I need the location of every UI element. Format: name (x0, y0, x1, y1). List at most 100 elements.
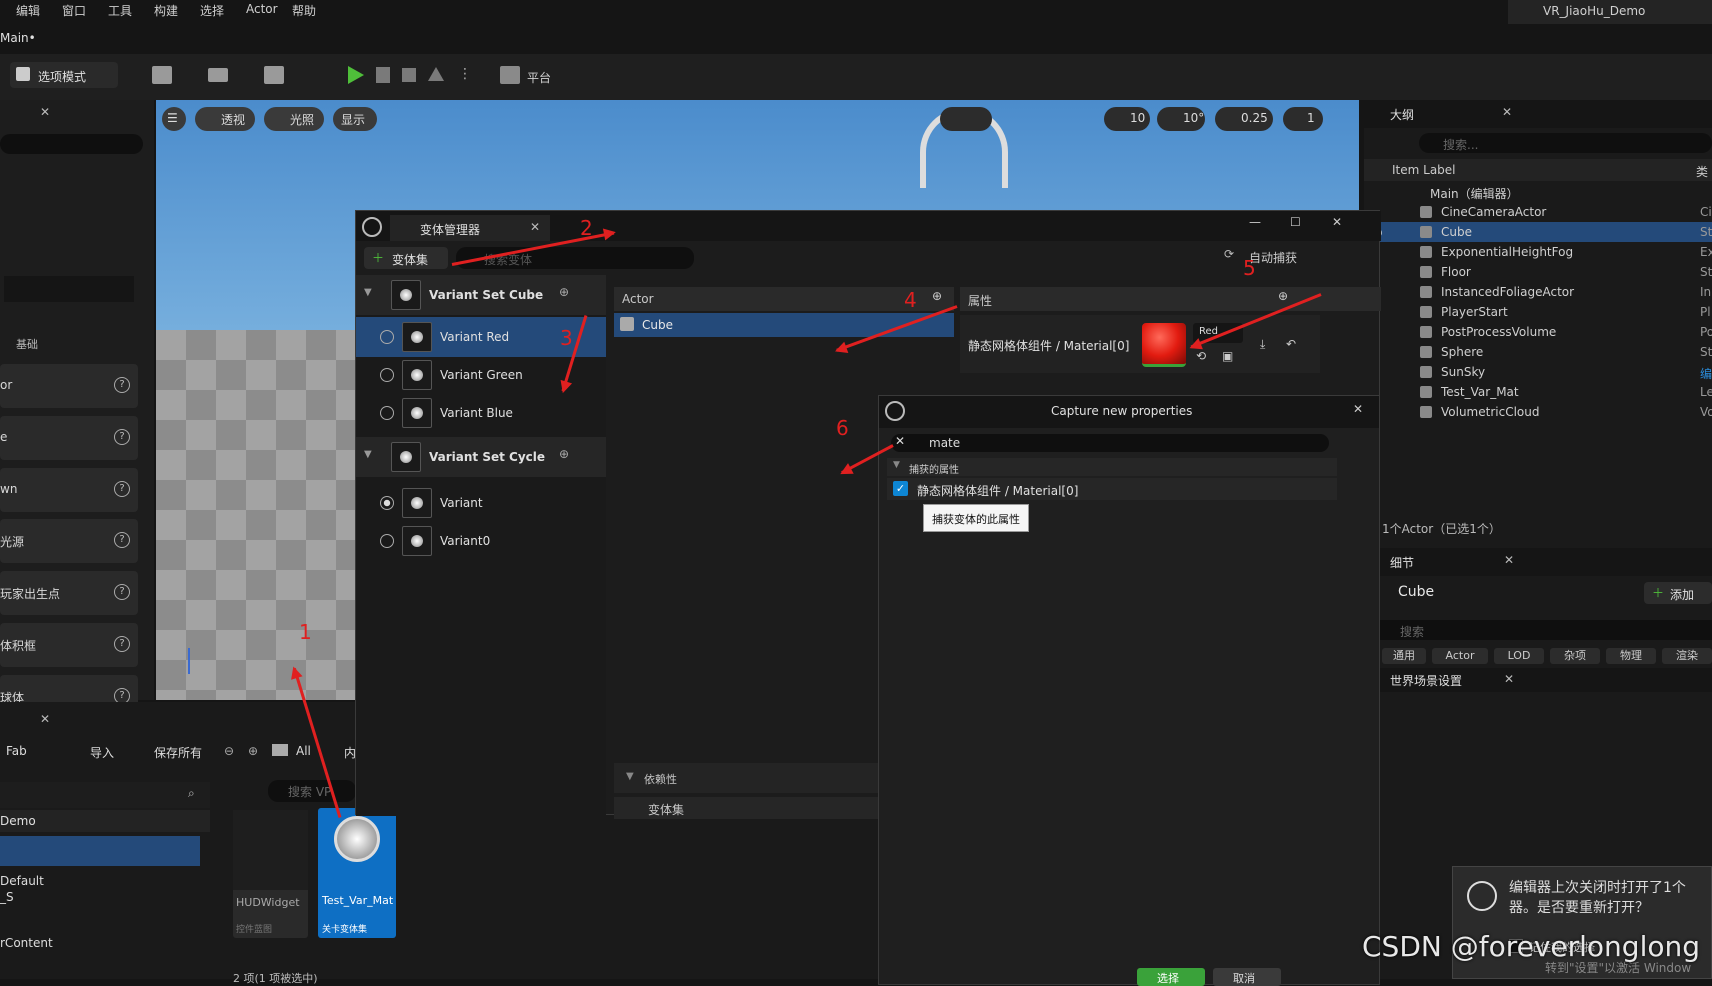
auto-capture-icon[interactable]: ⟳ (1224, 247, 1234, 261)
outliner-row[interactable]: CineCameraActor Ci (1364, 202, 1712, 222)
mode-select-button[interactable]: 选项模式 (10, 62, 118, 88)
menu-select[interactable]: 选择 (200, 2, 224, 19)
lit-button[interactable]: 光照 (264, 107, 324, 131)
transform-tools[interactable] (940, 107, 992, 131)
camera-speed-button[interactable]: 1 (1283, 107, 1323, 131)
platform-label[interactable]: 平台 (527, 69, 551, 86)
save-all-button[interactable]: 保存所有 (136, 744, 202, 761)
variant-radio[interactable] (380, 330, 394, 344)
place-item[interactable]: or? (0, 364, 138, 408)
grid-snap-button[interactable]: 10 (1104, 107, 1150, 131)
platform-icon[interactable] (500, 66, 520, 84)
outliner-row[interactable]: SunSky 编 (1364, 362, 1712, 382)
menu-window[interactable]: 窗口 (62, 2, 86, 19)
clear-search-icon[interactable]: ✕ (895, 434, 905, 448)
property-row[interactable]: 静态网格体组件 / Material[0] Red ⟲ ▣ ⤓ ↶ (960, 315, 1320, 373)
details-filter-tab[interactable]: 渲染 (1662, 648, 1712, 664)
show-button[interactable]: 显示 (333, 107, 377, 131)
menu-build[interactable]: 构建 (154, 2, 178, 19)
outliner-search-input[interactable]: 搜索... (1419, 133, 1712, 153)
menu-help[interactable]: 帮助 (292, 2, 316, 19)
more-options-icon[interactable]: ⋮ (458, 66, 472, 82)
variant-radio[interactable] (380, 368, 394, 382)
add-variant-icon[interactable]: ⊕ (559, 447, 569, 461)
menu-actor[interactable]: Actor (246, 2, 278, 16)
outliner-row[interactable]: PostProcessVolume Po (1364, 322, 1712, 342)
details-filter-tab[interactable]: 通用 (1382, 648, 1426, 664)
asset-tile-selected[interactable]: Test_Var_Mat 关卡变体集 (318, 808, 396, 938)
place-item[interactable]: e? (0, 416, 138, 460)
forward-icon[interactable]: ⊕ (248, 744, 258, 758)
asset-search-input[interactable]: 搜索 VP (268, 780, 356, 802)
menu-edit[interactable]: 编辑 (16, 2, 40, 19)
asset-tile[interactable]: HUDWidget 控件蓝图 (233, 810, 308, 938)
folder-item[interactable]: Default (0, 874, 44, 888)
close-icon[interactable]: ✕ (40, 712, 50, 726)
outliner-row[interactable]: PlayerStart Pl (1364, 302, 1712, 322)
vm-tab[interactable]: 变体管理器 ✕ (390, 215, 550, 241)
folder-search[interactable]: ⌕ (0, 782, 210, 808)
eject-icon[interactable] (428, 67, 444, 81)
folder-item[interactable]: rContent (0, 936, 53, 950)
outliner-row[interactable]: InstancedFoliageActor In (1364, 282, 1712, 302)
details-filter-tab[interactable]: 物理 (1606, 648, 1656, 664)
cancel-button[interactable]: 取消 (1213, 968, 1281, 986)
outliner-row[interactable]: Test_Var_Mat Le (1364, 382, 1712, 402)
capture-property-icon[interactable]: ⊕ (1278, 289, 1288, 303)
browse-folder-icon[interactable]: ▣ (1222, 349, 1233, 363)
outliner-row[interactable]: Floor St (1364, 262, 1712, 282)
close-icon[interactable]: ✕ (1332, 215, 1342, 229)
capture-property-row[interactable]: ✓ 静态网格体组件 / Material[0] (887, 478, 1337, 500)
scale-snap-button[interactable]: 0.25 (1215, 107, 1273, 131)
details-filter-tab[interactable]: LOD (1494, 648, 1544, 664)
close-icon[interactable]: ✕ (530, 220, 540, 234)
close-icon[interactable]: ✕ (40, 105, 50, 119)
variant-radio-checked[interactable] (380, 496, 394, 510)
variant-radio[interactable] (380, 406, 394, 420)
place-item[interactable]: wn? (0, 468, 138, 512)
undo-icon[interactable]: ↶ (1286, 337, 1296, 351)
cinematics-icon[interactable] (264, 66, 284, 84)
world-settings-tab[interactable]: 世界场景设置 (1390, 672, 1462, 689)
close-icon[interactable]: ✕ (1502, 105, 1512, 119)
outliner-row[interactable]: ExponentialHeightFog Ex (1364, 242, 1712, 262)
outliner-root[interactable]: Main（编辑器） (1364, 182, 1712, 202)
variant-row[interactable]: Variant0 (356, 521, 606, 561)
menu-tools[interactable]: 工具 (108, 2, 132, 19)
checkbox-checked-icon[interactable]: ✓ (893, 481, 908, 496)
add-actor-icon[interactable]: ⊕ (932, 289, 942, 303)
variant-set-row[interactable]: ▼ Variant Set Cube ⊕ (356, 275, 606, 315)
outliner-row[interactable]: Sphere St (1364, 342, 1712, 362)
place-search-input[interactable] (0, 134, 143, 154)
viewport-menu-icon[interactable]: ☰ (162, 107, 186, 131)
close-icon[interactable]: ✕ (1504, 672, 1514, 686)
variant-set-row[interactable]: ▼ Variant Set Cycle ⊕ (356, 437, 606, 477)
level-tab[interactable]: Main• (0, 31, 36, 45)
capture-search-input[interactable]: ✕ mate (891, 434, 1329, 452)
select-button[interactable]: 选择 (1137, 968, 1205, 986)
place-item[interactable]: 体积框? (0, 623, 138, 667)
maximize-icon[interactable]: ☐ (1290, 215, 1301, 229)
fab-button[interactable]: Fab (0, 744, 27, 758)
record-icon[interactable]: ⤓ (1260, 337, 1265, 352)
folder-root[interactable]: Demo (0, 810, 210, 832)
folder-item[interactable]: _S (0, 890, 14, 904)
back-icon[interactable]: ⊖ (224, 744, 234, 758)
path-all[interactable]: All (296, 744, 311, 758)
details-filter-tab[interactable]: 杂项 (1550, 648, 1600, 664)
place-item[interactable]: 玩家出生点? (0, 571, 138, 615)
add-variant-set-button[interactable]: ＋变体集 (364, 247, 448, 269)
material-dropdown[interactable]: Red (1193, 323, 1243, 343)
add-component-button[interactable]: ＋添加 (1644, 582, 1712, 604)
outliner-row[interactable]: VolumetricCloud Vo (1364, 402, 1712, 422)
add-content-icon[interactable] (152, 66, 172, 84)
close-icon[interactable]: ✕ (1353, 402, 1363, 416)
add-variant-icon[interactable]: ⊕ (559, 285, 569, 299)
place-item[interactable]: 光源? (0, 519, 138, 563)
details-search-input[interactable]: 搜索 (1376, 620, 1712, 640)
blueprint-icon[interactable] (208, 68, 228, 82)
details-filter-tab[interactable]: Actor (1432, 648, 1488, 664)
play-icon[interactable] (348, 66, 364, 84)
angle-snap-button[interactable]: 10° (1157, 107, 1205, 131)
minimize-icon[interactable]: — (1249, 215, 1261, 229)
